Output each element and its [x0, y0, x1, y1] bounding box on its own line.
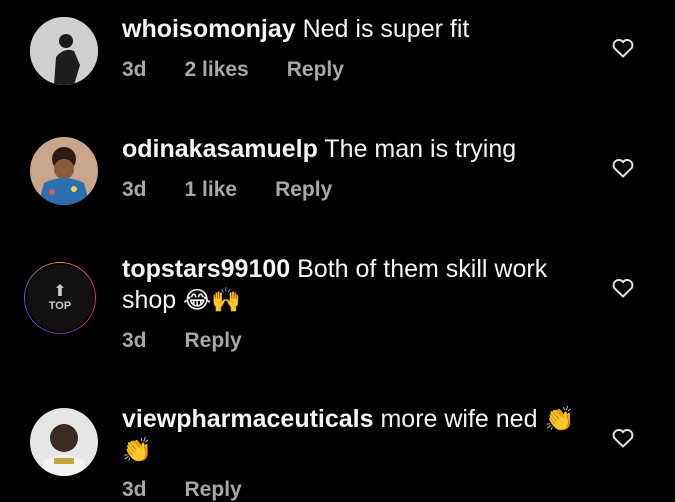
comment-time: 3d: [122, 58, 147, 81]
comment-meta: 3d Reply: [122, 329, 242, 353]
username[interactable]: odinakasamuelp: [122, 135, 318, 163]
emoji-laugh-hands-icon: 😂🙌: [183, 287, 242, 314]
heart-icon[interactable]: [611, 426, 635, 450]
reply-button[interactable]: Reply: [287, 58, 344, 82]
person-photo: [30, 17, 98, 85]
reply-button[interactable]: Reply: [185, 329, 242, 353]
comment-meta: 3d 2 likes Reply: [122, 58, 344, 82]
likes-count[interactable]: 1 like: [185, 178, 238, 202]
avatar-inner: ⬆ TOP: [25, 263, 95, 333]
person-photo: [30, 408, 98, 476]
avatar[interactable]: [30, 137, 98, 205]
comment-time: 3d: [122, 178, 147, 201]
username[interactable]: topstars99100: [122, 255, 290, 283]
avatar[interactable]: ⬆ TOP: [24, 262, 96, 334]
comment-body: Ned is super fit: [302, 15, 470, 43]
comment-text: whoisomonjay Ned is super fit: [122, 14, 575, 45]
heart-icon[interactable]: [611, 36, 635, 60]
comment-body: more wife ned: [380, 405, 538, 433]
comment-meta: 3d 1 like Reply: [122, 178, 332, 202]
comment-body: The man is trying: [324, 135, 517, 163]
reply-button[interactable]: Reply: [185, 478, 242, 502]
comment-meta: 3d Reply: [122, 478, 242, 502]
comment-time: 3d: [122, 329, 147, 352]
avatar[interactable]: [30, 408, 98, 476]
avatar[interactable]: [30, 17, 98, 85]
comment-time: 3d: [122, 478, 147, 501]
heart-icon[interactable]: [611, 276, 635, 300]
reply-button[interactable]: Reply: [275, 178, 332, 202]
comment-text: topstars99100 Both of them skill work sh…: [122, 254, 575, 316]
avatar-label: TOP: [48, 300, 72, 312]
comment-text: odinakasamuelp The man is trying: [122, 134, 575, 165]
up-arrow-icon: ⬆: [53, 283, 67, 300]
likes-count[interactable]: 2 likes: [185, 58, 249, 82]
heart-icon[interactable]: [611, 156, 635, 180]
username[interactable]: whoisomonjay: [122, 15, 296, 43]
comment-text: viewpharmaceuticals more wife ned 👏 👏: [122, 404, 575, 466]
person-photo: [30, 137, 98, 205]
username[interactable]: viewpharmaceuticals: [122, 405, 374, 433]
